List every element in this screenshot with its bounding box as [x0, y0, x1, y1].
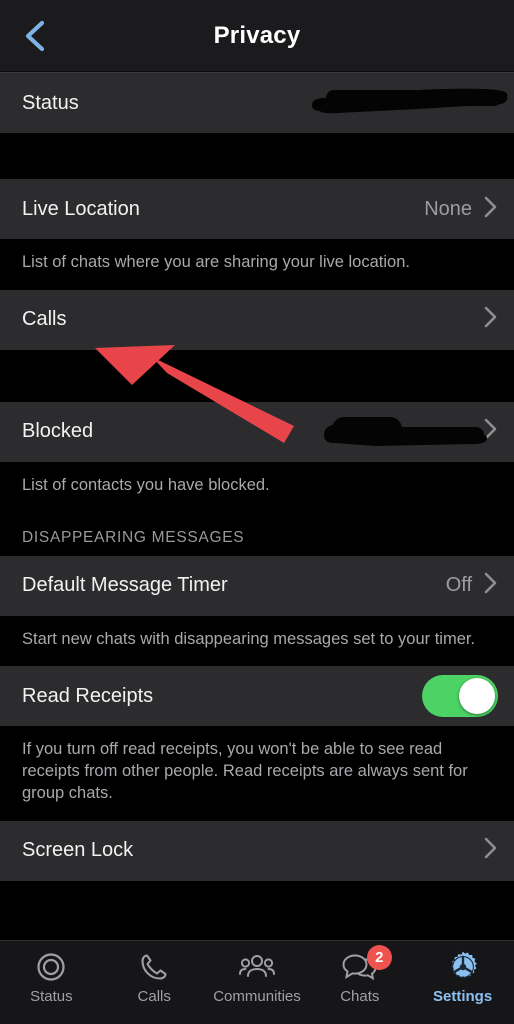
tab-status-label: Status — [30, 988, 73, 1005]
gap — [0, 880, 514, 895]
row-calls[interactable]: Calls — [0, 289, 514, 350]
page-title: Privacy — [213, 21, 301, 49]
footer-blocked: List of contacts you have blocked. — [0, 461, 514, 513]
tab-calls-label: Calls — [137, 988, 171, 1005]
row-read-receipts[interactable]: Read Receipts — [0, 666, 514, 727]
bottom-tab-bar: Status Calls Communities 2 Chats Setting… — [0, 940, 514, 1024]
chevron-right-icon — [482, 195, 498, 224]
status-rings-icon — [34, 950, 68, 984]
tab-status[interactable]: Status — [0, 950, 103, 1005]
communities-icon — [238, 950, 276, 984]
tab-settings[interactable]: Settings — [411, 950, 514, 1005]
row-status[interactable]: Status — [0, 73, 514, 133]
navigation-bar: Privacy — [0, 0, 514, 72]
chevron-left-icon — [22, 19, 48, 53]
row-live-location-value: None — [424, 197, 472, 220]
row-default-message-timer-label: Default Message Timer — [22, 574, 228, 597]
group-status: Status — [0, 72, 514, 133]
group-screen-lock: Screen Lock — [0, 820, 514, 881]
settings-list[interactable]: Status Live Location None List of chats … — [0, 72, 514, 940]
toggle-knob — [459, 678, 495, 715]
section-header-disappearing-messages: DISAPPEARING MESSAGES — [0, 512, 514, 556]
group-blocked: Blocked — [0, 401, 514, 462]
gap — [0, 349, 514, 402]
back-button[interactable] — [8, 0, 62, 71]
row-screen-lock-label: Screen Lock — [22, 839, 134, 862]
tab-communities[interactable]: Communities — [206, 950, 309, 1005]
tab-communities-label: Communities — [213, 988, 301, 1005]
footer-default-message-timer: Start new chats with disappearing messag… — [0, 615, 514, 667]
footer-read-receipts: If you turn off read receipts, you won't… — [0, 726, 514, 821]
row-calls-label: Calls — [22, 308, 67, 331]
group-calls: Calls — [0, 289, 514, 350]
chat-bubbles-icon: 2 — [341, 945, 392, 984]
gear-icon — [446, 950, 480, 984]
row-live-location[interactable]: Live Location None — [0, 179, 514, 239]
phone-icon — [138, 950, 170, 984]
tab-settings-label: Settings — [432, 988, 493, 1005]
row-blocked-label: Blocked — [22, 420, 94, 443]
chevron-right-icon — [482, 571, 498, 600]
tab-chats-label: Chats — [340, 988, 380, 1005]
footer-live-location: List of chats where you are sharing your… — [0, 239, 514, 290]
row-status-label: Status — [22, 91, 79, 114]
chevron-right-icon — [482, 305, 498, 334]
row-default-message-timer-value: Off — [445, 574, 472, 597]
group-live-location: Live Location None — [0, 179, 514, 239]
tab-chats[interactable]: 2 Chats — [308, 945, 411, 1005]
gap — [0, 133, 514, 179]
row-live-location-label: Live Location — [22, 197, 140, 220]
row-screen-lock[interactable]: Screen Lock — [0, 820, 514, 881]
row-blocked[interactable]: Blocked — [0, 401, 514, 462]
chevron-right-icon — [482, 836, 498, 865]
chats-unread-badge: 2 — [366, 945, 392, 970]
group-read-receipts: Read Receipts — [0, 666, 514, 727]
group-disappearing-messages: Default Message Timer Off — [0, 555, 514, 616]
row-read-receipts-label: Read Receipts — [22, 684, 154, 707]
read-receipts-toggle[interactable] — [422, 675, 498, 718]
row-default-message-timer[interactable]: Default Message Timer Off — [0, 555, 514, 616]
chevron-right-icon — [482, 417, 498, 446]
tab-calls[interactable]: Calls — [103, 950, 206, 1005]
privacy-settings-screen: Privacy Status Live Location None List o… — [0, 0, 514, 1024]
